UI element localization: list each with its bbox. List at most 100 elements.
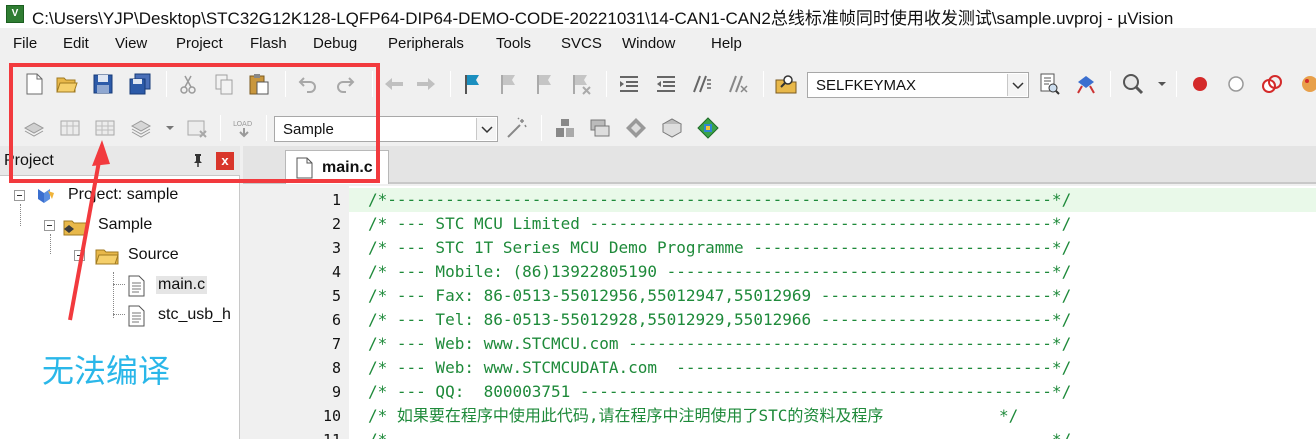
menu-svcs[interactable]: SVCS [561,35,602,52]
menu-help[interactable]: Help [711,35,742,52]
insert-breakpoint-button[interactable] [1188,72,1212,96]
code-line[interactable]: /* --- Fax: 86-0513-55012956,55012947,55… [368,284,1071,308]
line-number: 2 [331,215,341,233]
insert-bookmark-button[interactable] [461,72,485,96]
pack-installer-button[interactable] [696,116,720,140]
zoom-button[interactable] [1121,72,1145,96]
menu-flash[interactable]: Flash [250,35,287,52]
tree-label-project: Project: sample [68,186,179,203]
tree-label-file: stc_usb_h [158,306,231,323]
menu-file[interactable]: File [13,35,37,52]
code-line[interactable]: /* 如果要在程序中使用此代码,请在程序中注明使用了STC的资料及程序 */ [368,404,1018,428]
uncomment-selection-button[interactable] [726,72,750,96]
tree-collapse-toggle[interactable] [74,250,85,261]
menu-project[interactable]: Project [176,35,223,52]
code-line[interactable]: /* --- STC 1T Series MCU Demo Programme … [368,236,1071,260]
pack-icon [661,118,683,138]
comment-selection-button[interactable] [690,72,714,96]
tree-label-file: main.c [156,276,208,294]
file-extensions-button[interactable] [553,116,577,140]
target-folder-icon [63,220,87,236]
tree-collapse-toggle[interactable] [44,220,55,231]
navigate-back-button[interactable] [382,72,406,96]
tree-label-target: Sample [98,216,153,233]
find-in-files-button[interactable] [774,72,798,96]
code-line[interactable]: /*--------------------------------------… [349,188,1316,212]
annotation-highlight-box [9,63,380,183]
uvision-app-icon[interactable]: V [6,5,24,23]
tree-node-project[interactable]: Project: sample [0,182,240,210]
toolbar-separator [763,71,764,97]
rte-diamond-icon [626,118,646,138]
menu-window[interactable]: Window [622,35,675,52]
editor-tab-strip: main.c [243,146,1316,184]
menu-edit[interactable]: Edit [63,35,89,52]
manage-rte-button[interactable] [624,116,648,140]
chevron-down-icon [1012,82,1024,90]
tree-node-target[interactable]: Sample [0,212,240,240]
line-number: 5 [331,287,341,305]
tree-node-file-usb[interactable]: stc_usb_h [0,302,240,330]
find-combo[interactable]: SELFKEYMAX [807,72,1029,98]
previous-bookmark-button[interactable] [497,72,521,96]
caret-down-icon [1158,82,1166,86]
code-line[interactable]: /* --- QQ: 800003751 -------------------… [368,380,1071,404]
code-line[interactable]: /* --- Mobile: (86)13922805190 ---------… [368,260,1071,284]
code-line[interactable]: /* --- Web: www.STCMCUDATA.com ---------… [368,356,1071,380]
menu-peripherals[interactable]: Peripherals [388,35,464,52]
unindent-button[interactable] [654,72,678,96]
code-line[interactable]: /* --- STC MCU Limited -----------------… [368,212,1071,236]
folder-icon [95,249,119,265]
tree-collapse-toggle[interactable] [14,190,25,201]
target-options-button[interactable] [505,116,529,140]
tree-node-file-main[interactable]: main.c [0,272,240,300]
code-line[interactable]: /* --- Web: www.STCMCU.com -------------… [368,332,1071,356]
c-file-icon [128,275,145,297]
bookmark-next-icon [537,75,551,94]
bookmark-prev-icon [501,75,515,94]
chevron-down-icon [481,126,493,134]
uncomment-icon [729,75,748,93]
disable-breakpoint-button[interactable] [1224,72,1248,96]
target-combo-dropdown[interactable] [476,118,496,140]
bookmark-flag-icon [465,75,479,94]
menu-view[interactable]: View [115,35,147,52]
line-number: 11 [323,431,341,439]
kill-breakpoints-button[interactable] [1260,72,1284,96]
palette-icon [1302,76,1316,92]
line-number: 4 [331,263,341,281]
code-line[interactable]: /* --- Tel: 86-0513-55012928,55012929,55… [368,308,1071,332]
code-editor[interactable]: /*--------------------------------------… [349,186,1316,439]
window-title: C:\Users\YJP\Desktop\STC32G12K128-LQFP64… [32,9,1174,28]
pack-installer-icon [697,117,719,139]
next-bookmark-button[interactable] [533,72,557,96]
incremental-find-button[interactable] [1037,72,1061,96]
menu-debug[interactable]: Debug [313,35,357,52]
tree-label-group: Source [128,246,179,263]
debug-session-button[interactable] [1074,72,1098,96]
arrow-left-icon [385,78,403,90]
find-in-files-icon [775,75,797,94]
manage-project-items-button[interactable] [588,116,612,140]
clear-bookmarks-button[interactable] [569,72,593,96]
indent-icon [620,76,638,92]
menu-tools[interactable]: Tools [496,35,531,52]
find-combo-dropdown[interactable] [1007,74,1027,96]
code-line[interactable]: /*--------------------------------------… [368,428,1071,439]
select-packs-button[interactable] [660,116,684,140]
bookmark-clear-icon [573,75,591,95]
menu-bar: File Edit View Project Flash Debug Perip… [0,32,1316,56]
toolbar-separator [1110,71,1111,97]
indent-button[interactable] [617,72,641,96]
navigate-forward-button[interactable] [414,72,438,96]
tree-node-group[interactable]: Source [0,242,240,270]
line-number: 7 [331,335,341,353]
arrow-right-icon [417,78,435,90]
toolbar-separator [541,115,542,141]
zoom-dropdown[interactable] [1150,72,1166,96]
line-number: 1 [331,191,341,209]
configure-button[interactable] [1296,72,1316,96]
line-number: 8 [331,359,341,377]
editor-area: main.c 1 2 3 4 5 6 7 8 9 10 11 /*-----------------… [243,146,1316,439]
line-number: 6 [331,311,341,329]
